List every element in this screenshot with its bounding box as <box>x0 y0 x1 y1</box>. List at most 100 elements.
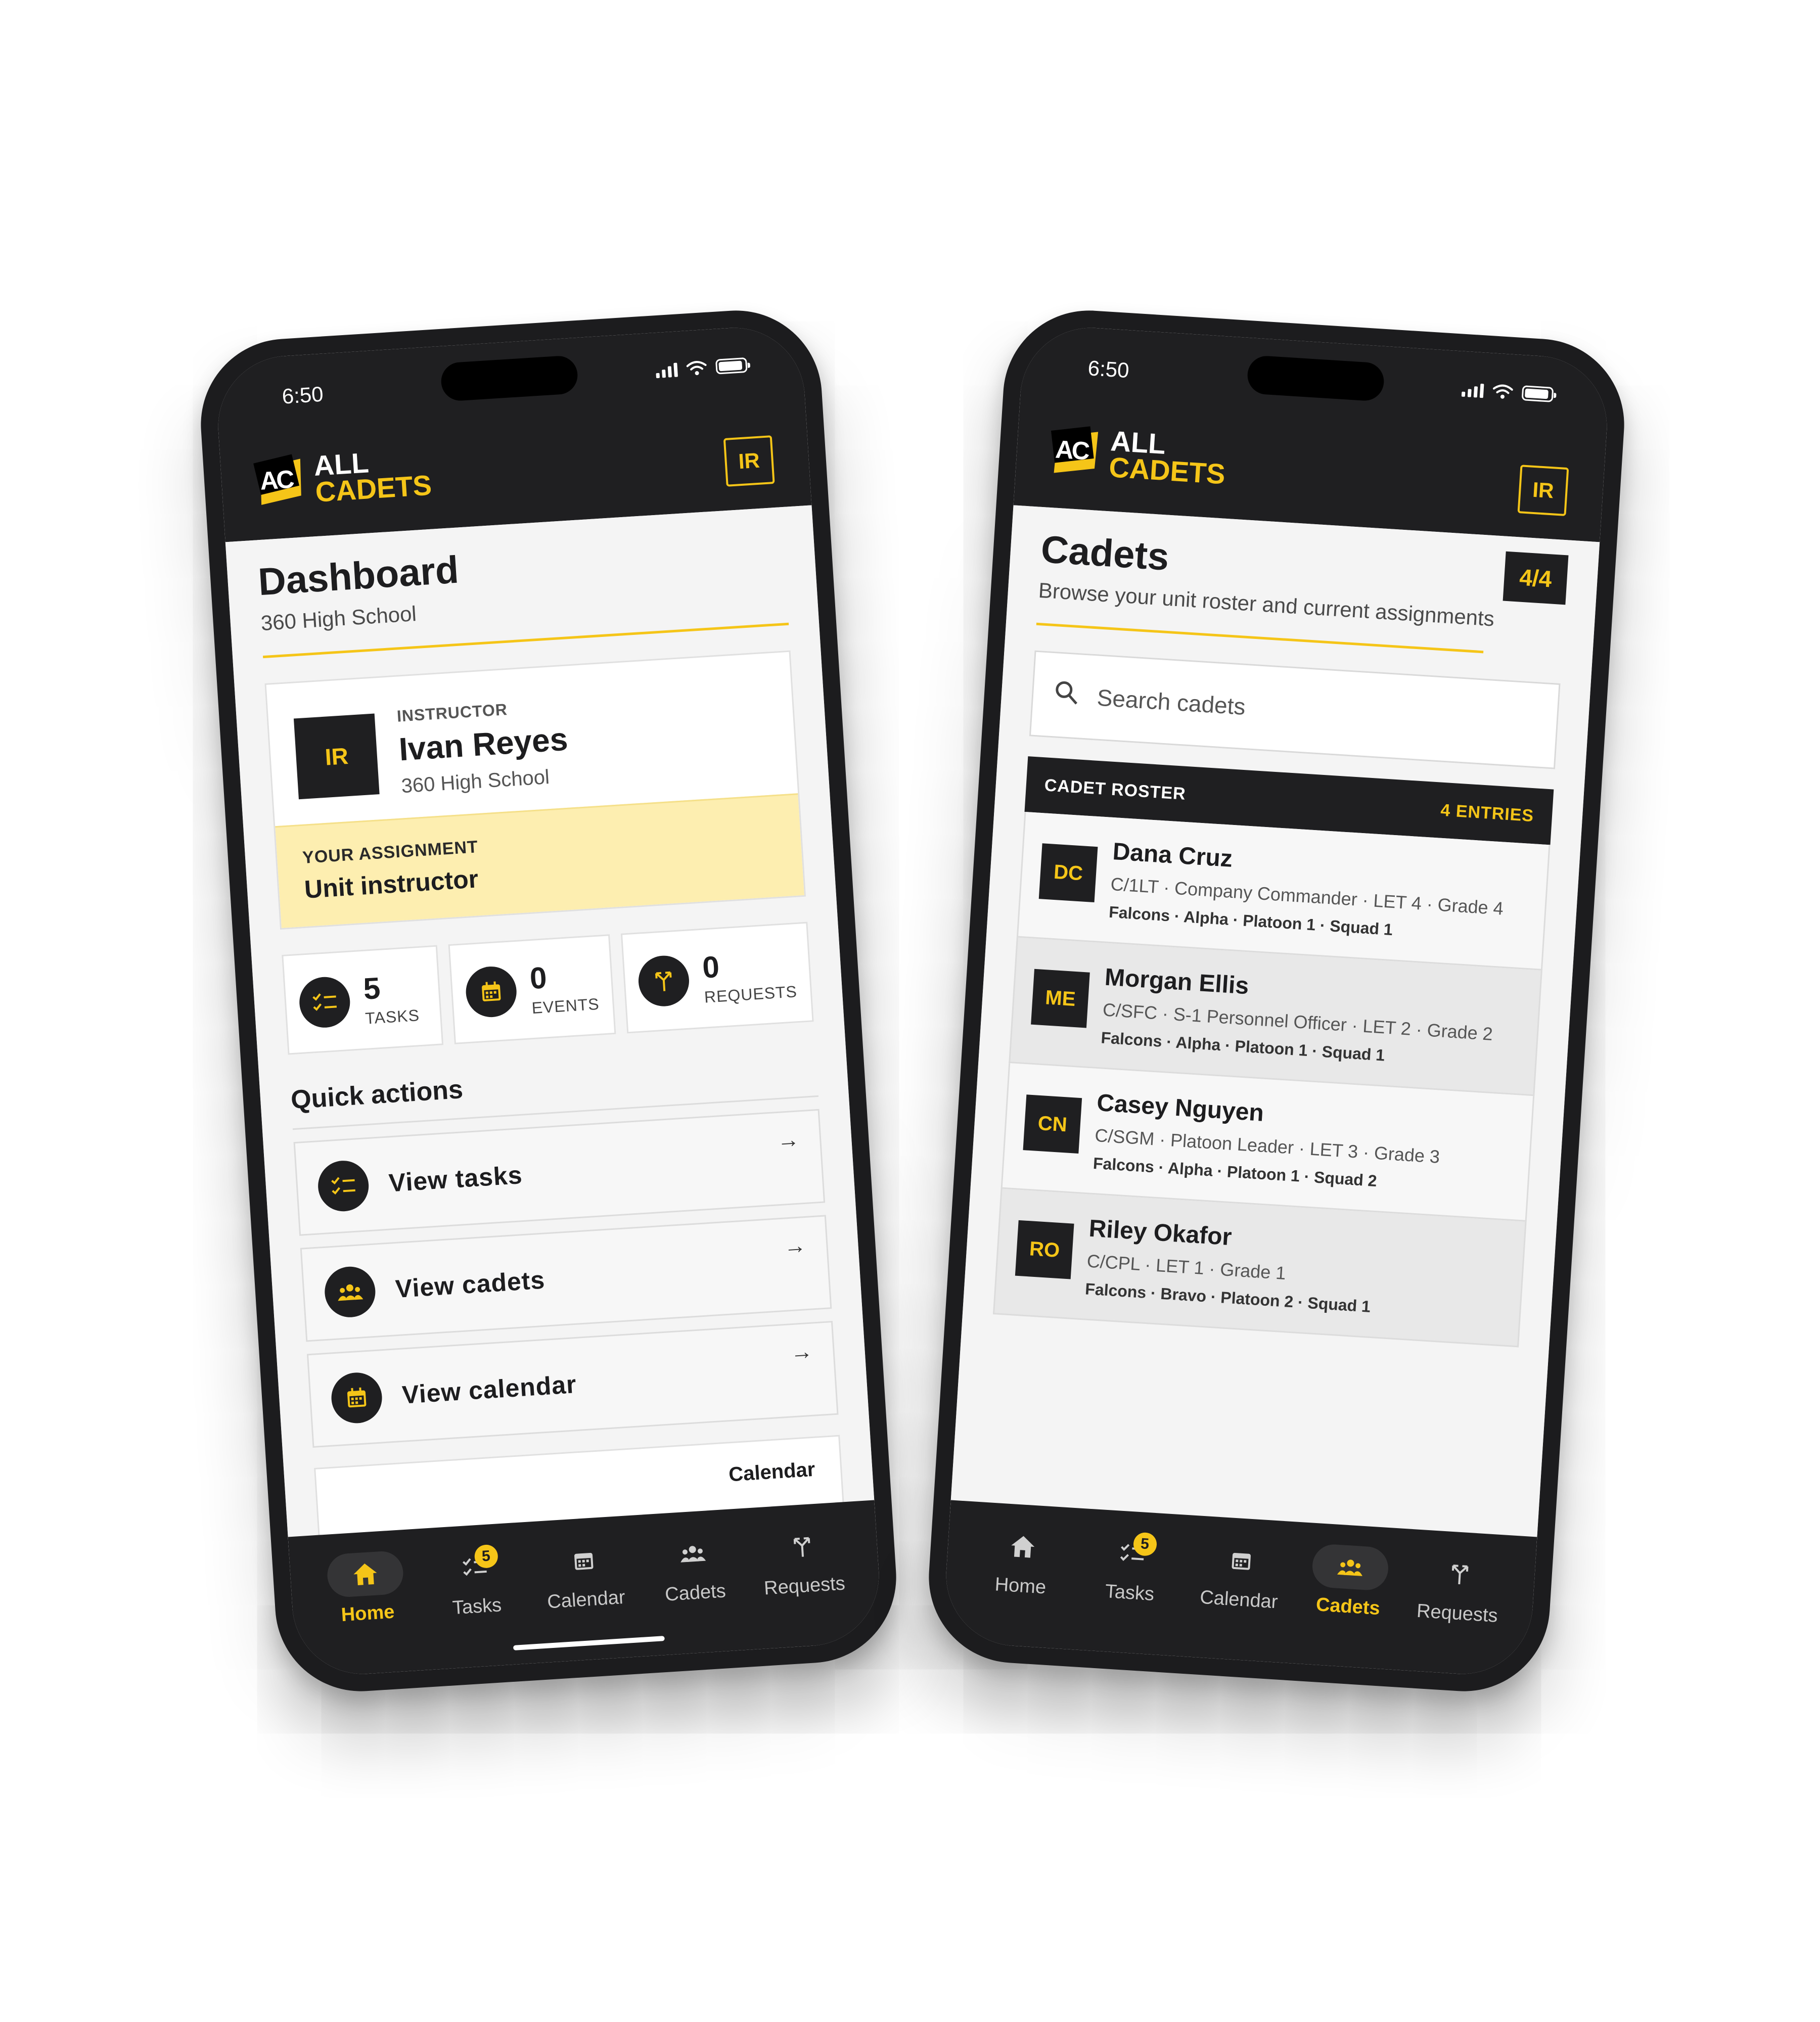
stat-value: 0 <box>701 949 720 985</box>
roster-title: CADET ROSTER <box>1043 775 1187 804</box>
dynamic-island <box>440 355 579 402</box>
battery-icon <box>1521 385 1554 402</box>
logo-mark: AC <box>1051 425 1104 479</box>
phone-cadets: 6:50 AC ALL CADETS IR 4/4 Cadets Browse … <box>924 305 1629 1696</box>
profile-card: IR INSTRUCTOR Ivan Reyes 360 High School… <box>264 650 806 930</box>
home-icon <box>984 1523 1062 1571</box>
view-tasks-button[interactable]: View tasks → <box>293 1109 826 1236</box>
action-label: View tasks <box>388 1160 524 1198</box>
nav-home[interactable]: Home <box>313 1549 419 1628</box>
requests-icon <box>1421 1550 1499 1598</box>
nav-tasks[interactable]: 5 Tasks <box>423 1542 528 1621</box>
calendar-link[interactable]: Calendar <box>728 1458 816 1487</box>
nav-tasks[interactable]: 5 Tasks <box>1078 1529 1184 1607</box>
roster-count: 4 ENTRIES <box>1440 800 1535 825</box>
screen: 6:50 <box>214 324 883 1678</box>
cadet-initials: RO <box>1015 1220 1074 1279</box>
dynamic-island <box>1246 355 1385 402</box>
tasks-icon: 5 <box>1093 1530 1171 1578</box>
status-bar: 6:50 <box>1021 324 1611 426</box>
stat-events[interactable]: 0 EVENTS <box>448 934 616 1044</box>
nav-requests[interactable]: Requests <box>1406 1549 1512 1628</box>
nav-cadets[interactable]: Cadets <box>641 1529 747 1607</box>
search-icon <box>1053 679 1080 712</box>
title-divider <box>1036 622 1483 654</box>
cadets-icon <box>1311 1543 1390 1592</box>
status-time: 6:50 <box>281 382 324 408</box>
search-input[interactable] <box>1096 683 1537 739</box>
calendar-icon <box>330 1371 384 1425</box>
arrow-right-icon: → <box>783 1233 807 1259</box>
nav-calendar[interactable]: Calendar <box>1188 1536 1293 1614</box>
nav-label: Home <box>340 1601 395 1626</box>
calendar-icon <box>544 1536 623 1584</box>
profile-school: 360 High School <box>400 766 551 798</box>
view-calendar-button[interactable]: View calendar → <box>306 1320 839 1448</box>
stat-value: 5 <box>362 971 382 1006</box>
nav-label: Calendar <box>547 1586 626 1613</box>
requests-icon <box>636 954 691 1008</box>
cadet-initials: CN <box>1023 1094 1082 1154</box>
view-cadets-button[interactable]: View cadets → <box>300 1215 832 1342</box>
wifi-icon <box>686 361 707 376</box>
stat-tasks[interactable]: 5 TASKS <box>282 945 444 1055</box>
logo-text: ALL CADETS <box>312 446 433 508</box>
nav-label: Home <box>994 1574 1047 1598</box>
status-time: 6:50 <box>1087 356 1130 383</box>
status-icons <box>1461 382 1554 402</box>
nav-label: Calendar <box>1199 1586 1279 1613</box>
dashboard-content[interactable]: Dashboard 360 High School IR INSTRUCTOR … <box>225 505 876 1552</box>
nav-label: Requests <box>763 1573 846 1599</box>
phone-dashboard: 6:50 AC ALL CADETS IR Dashboard 360 High… <box>196 305 901 1696</box>
search-box[interactable] <box>1029 650 1561 769</box>
tasks-icon <box>298 975 352 1029</box>
nav-label: Cadets <box>1315 1594 1381 1620</box>
action-label: View cadets <box>394 1265 546 1304</box>
app-logo[interactable]: AC ALL CADETS <box>253 446 433 509</box>
cadets-icon <box>654 1530 732 1578</box>
profile-initials: IR <box>293 713 380 800</box>
requests-icon <box>763 1523 841 1571</box>
wifi-icon <box>1492 384 1513 399</box>
stat-value: 0 <box>528 960 548 996</box>
logo-text: ALL CADETS <box>1108 425 1226 490</box>
nav-cadets[interactable]: Cadets <box>1297 1542 1402 1621</box>
action-label: View calendar <box>401 1370 578 1409</box>
top-bar: 6:50 AC ALL CADETS IR <box>214 324 812 542</box>
nav-calendar[interactable]: Calendar <box>532 1536 638 1614</box>
profile-avatar-button[interactable]: IR <box>1517 465 1569 517</box>
tasks-icon <box>316 1159 371 1213</box>
cadet-count-badge: 4/4 <box>1503 551 1569 605</box>
profile-avatar-button[interactable]: IR <box>723 435 775 487</box>
cadet-initials: ME <box>1031 969 1090 1028</box>
stats-row: 5 TASKS 0 EVENTS 0 REQUESTS <box>282 922 814 1055</box>
battery-icon <box>715 357 748 375</box>
top-bar: 6:50 AC ALL CADETS IR <box>1013 324 1611 542</box>
home-icon <box>326 1550 405 1598</box>
nav-label: Tasks <box>451 1594 503 1619</box>
arrow-right-icon: → <box>776 1127 800 1154</box>
cadets-icon <box>323 1265 377 1319</box>
signal-icon <box>1461 383 1484 398</box>
app-logo[interactable]: AC ALL CADETS <box>1051 424 1227 490</box>
calendar-icon <box>1202 1536 1281 1584</box>
nav-label: Cadets <box>664 1580 726 1605</box>
stat-label: REQUESTS <box>703 982 798 1006</box>
screen: 6:50 <box>942 324 1611 1678</box>
calendar-icon <box>464 965 518 1019</box>
cadet-initials: DC <box>1038 843 1098 902</box>
nav-home[interactable]: Home <box>969 1522 1075 1600</box>
status-bar: 6:50 <box>214 324 804 426</box>
profile-name: Ivan Reyes <box>397 720 569 768</box>
stat-label: EVENTS <box>531 994 600 1018</box>
stat-label: TASKS <box>365 1006 420 1028</box>
nav-label: Tasks <box>1104 1581 1155 1605</box>
nav-requests[interactable]: Requests <box>750 1522 856 1600</box>
tasks-icon: 5 <box>435 1543 514 1591</box>
stat-requests[interactable]: 0 REQUESTS <box>620 922 814 1034</box>
logo-mark: AC <box>253 454 309 508</box>
signal-icon <box>655 362 678 379</box>
home-indicator[interactable] <box>513 1636 665 1650</box>
status-icons <box>655 357 748 379</box>
cadets-content[interactable]: 4/4 Cadets Browse your unit roster and c… <box>949 505 1600 1552</box>
